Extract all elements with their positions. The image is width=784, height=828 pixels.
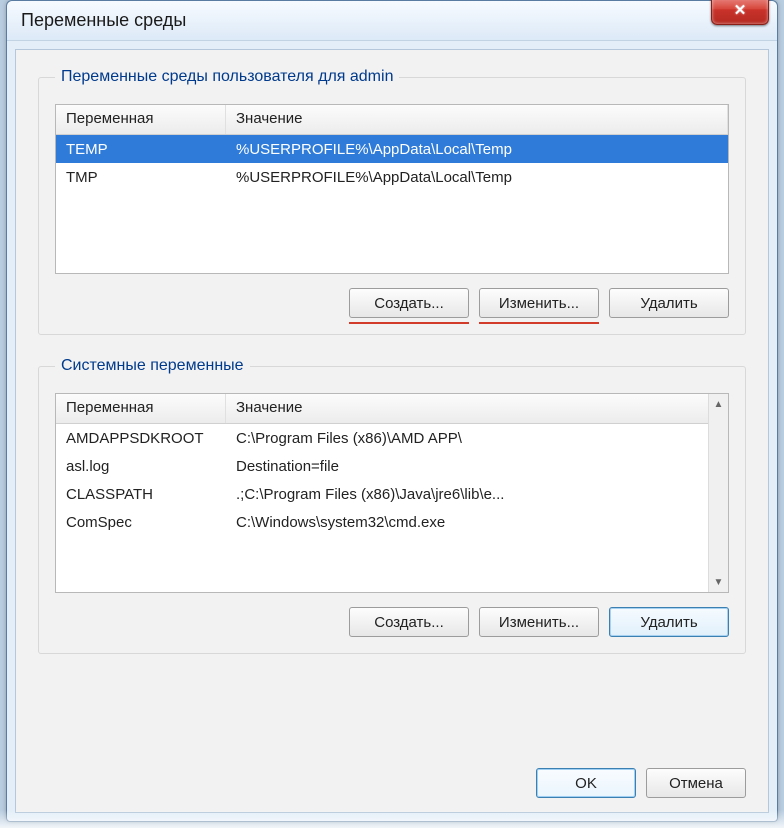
ok-button[interactable]: OK xyxy=(536,768,636,798)
column-header-value[interactable]: Значение xyxy=(226,394,728,423)
titlebar: Переменные среды ✕ xyxy=(7,1,777,41)
close-button[interactable]: ✕ xyxy=(711,0,769,25)
cell-value: .;C:\Program Files (x86)\Java\jre6\lib\e… xyxy=(226,483,728,506)
dialog-body: Переменные среды пользователя для admin … xyxy=(15,49,769,813)
cell-name: asl.log xyxy=(56,455,226,478)
cell-value: %USERPROFILE%\AppData\Local\Temp xyxy=(226,138,728,161)
cell-value: %USERPROFILE%\AppData\Local\Temp xyxy=(226,166,728,189)
scroll-up-icon[interactable]: ▲ xyxy=(709,394,728,414)
user-variables-group: Переменные среды пользователя для admin … xyxy=(38,68,746,335)
user-edit-button[interactable]: Изменить... xyxy=(479,288,599,318)
cell-name: ComSpec xyxy=(56,511,226,534)
table-row[interactable]: CLASSPATH .;C:\Program Files (x86)\Java\… xyxy=(56,480,728,508)
user-delete-button[interactable]: Удалить xyxy=(609,288,729,318)
cell-name: TMP xyxy=(56,166,226,189)
list-header: Переменная Значение xyxy=(56,105,728,135)
system-variables-group: Системные переменные Переменная Значение… xyxy=(38,357,746,654)
table-row[interactable]: TMP %USERPROFILE%\AppData\Local\Temp xyxy=(56,163,728,191)
close-icon: ✕ xyxy=(734,3,747,18)
column-header-name[interactable]: Переменная xyxy=(56,105,226,134)
system-variables-list[interactable]: Переменная Значение AMDAPPSDKROOT C:\Pro… xyxy=(55,393,729,593)
user-variables-list[interactable]: Переменная Значение TEMP %USERPROFILE%\A… xyxy=(55,104,729,274)
cell-value: C:\Program Files (x86)\AMD APP\ xyxy=(226,427,728,450)
table-row[interactable]: ComSpec C:\Windows\system32\cmd.exe xyxy=(56,508,728,536)
scroll-down-icon[interactable]: ▼ xyxy=(709,572,728,592)
list-header: Переменная Значение xyxy=(56,394,728,424)
system-variables-legend: Системные переменные xyxy=(55,357,250,375)
list-rows: TEMP %USERPROFILE%\AppData\Local\Temp TM… xyxy=(56,135,728,191)
system-create-button[interactable]: Создать... xyxy=(349,607,469,637)
user-buttons-row: Создать... Изменить... Удалить xyxy=(55,288,729,318)
cell-name: TEMP xyxy=(56,138,226,161)
user-create-button[interactable]: Создать... xyxy=(349,288,469,318)
system-edit-button[interactable]: Изменить... xyxy=(479,607,599,637)
system-buttons-row: Создать... Изменить... Удалить xyxy=(55,607,729,637)
table-row[interactable]: asl.log Destination=file xyxy=(56,452,728,480)
environment-variables-dialog: Переменные среды ✕ Переменные среды поль… xyxy=(6,0,778,822)
system-delete-button[interactable]: Удалить xyxy=(609,607,729,637)
cell-value: C:\Windows\system32\cmd.exe xyxy=(226,511,728,534)
scrollbar[interactable]: ▲ ▼ xyxy=(708,394,728,592)
cell-name: AMDAPPSDKROOT xyxy=(56,427,226,450)
window-title: Переменные среды xyxy=(21,10,186,31)
user-variables-legend: Переменные среды пользователя для admin xyxy=(55,68,399,86)
dialog-footer: OK Отмена xyxy=(38,768,746,798)
table-row[interactable]: TEMP %USERPROFILE%\AppData\Local\Temp xyxy=(56,135,728,163)
list-rows: AMDAPPSDKROOT C:\Program Files (x86)\AMD… xyxy=(56,424,728,536)
column-header-value[interactable]: Значение xyxy=(226,105,728,134)
cancel-button[interactable]: Отмена xyxy=(646,768,746,798)
table-row[interactable]: AMDAPPSDKROOT C:\Program Files (x86)\AMD… xyxy=(56,424,728,452)
cell-name: CLASSPATH xyxy=(56,483,226,506)
cell-value: Destination=file xyxy=(226,455,728,478)
column-header-name[interactable]: Переменная xyxy=(56,394,226,423)
